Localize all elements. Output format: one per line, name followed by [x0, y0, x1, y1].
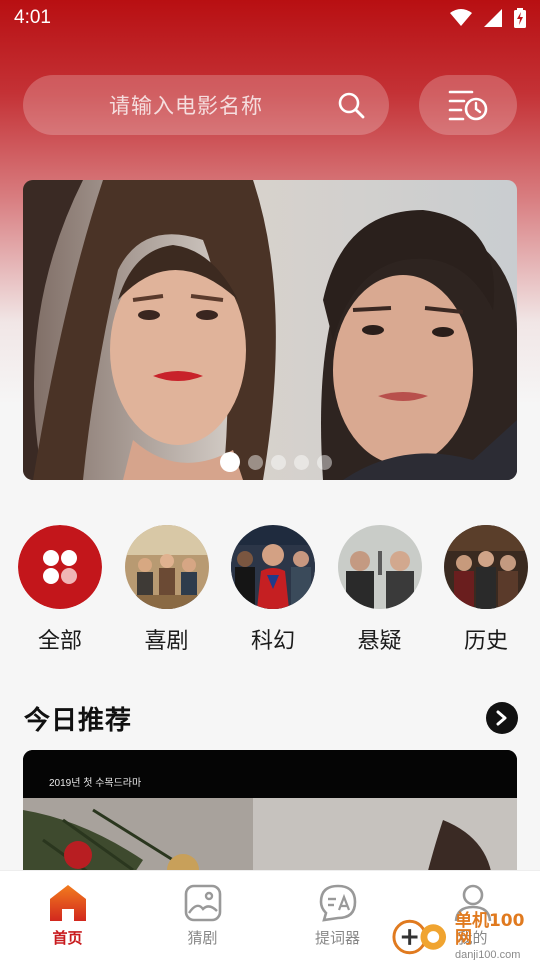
- status-time: 4:01: [14, 7, 51, 28]
- home-icon: [49, 885, 86, 921]
- watch-history-icon: [448, 90, 488, 121]
- chevron-right-icon: [496, 710, 507, 726]
- image-icon: [184, 884, 221, 922]
- battery-charging-icon: [514, 8, 526, 28]
- category-scifi[interactable]: 科幻: [231, 525, 315, 655]
- search-row: 请输入电影名称: [23, 75, 517, 135]
- tab-label: 猜剧: [187, 929, 218, 947]
- category-comedy[interactable]: 喜剧: [124, 525, 209, 655]
- category-list: 全部 喜剧 科幻 悬疑 历史: [18, 525, 528, 655]
- category-mystery[interactable]: 悬疑: [337, 525, 422, 655]
- category-thumbnail: [231, 525, 315, 609]
- carousel-dot[interactable]: [294, 455, 309, 470]
- search-icon[interactable]: [337, 91, 365, 119]
- card-caption: 2019년 첫 수목드라마: [49, 778, 142, 789]
- tab-teleprompter[interactable]: 提词器: [270, 871, 405, 960]
- carousel-indicator: [23, 452, 517, 472]
- banner-carousel[interactable]: [23, 180, 517, 480]
- category-label: 科幻: [250, 629, 295, 654]
- carousel-dot[interactable]: [271, 455, 286, 470]
- banner-image: [23, 180, 517, 480]
- tab-label: 提词器: [314, 929, 360, 947]
- category-thumbnail: [444, 525, 528, 609]
- search-input[interactable]: 请输入电影名称: [23, 75, 389, 135]
- status-icons: [450, 8, 526, 28]
- tab-guess[interactable]: 猜剧: [135, 871, 270, 960]
- recommend-card[interactable]: 2019년 첫 수목드라마: [23, 750, 517, 890]
- category-thumbnail: [124, 525, 209, 609]
- site-watermark: 单机100网 danji100.com: [390, 911, 540, 960]
- category-label: 历史: [463, 629, 508, 654]
- category-label: 悬疑: [357, 629, 402, 654]
- grid-icon: [18, 525, 102, 609]
- category-history[interactable]: 历史: [444, 525, 528, 655]
- watermark-name: 单机100网: [454, 911, 525, 948]
- section-title: 今日推荐: [24, 705, 133, 736]
- watch-history-button[interactable]: [419, 75, 517, 135]
- recommend-card-image: [23, 750, 517, 890]
- chat-bubble-icon: [319, 884, 356, 922]
- carousel-dot[interactable]: [317, 455, 332, 470]
- carousel-dot[interactable]: [220, 452, 240, 472]
- status-bar: 4:01: [0, 0, 540, 36]
- search-placeholder: 请输入电影名称: [109, 94, 263, 118]
- category-label: 喜剧: [144, 629, 189, 654]
- category-label: 全部: [37, 629, 82, 654]
- recommend-section-header: 今日推荐: [24, 698, 518, 738]
- watermark-logo: [392, 919, 447, 955]
- wifi-icon: [450, 9, 472, 26]
- category-all[interactable]: 全部: [18, 525, 102, 655]
- more-button[interactable]: [486, 702, 518, 734]
- carousel-dot[interactable]: [248, 455, 263, 470]
- watermark-url: danji100.com: [454, 949, 521, 960]
- tab-home[interactable]: 首页: [0, 871, 135, 960]
- category-thumbnail: [337, 525, 422, 609]
- signal-icon: [484, 9, 502, 27]
- tab-label: 首页: [52, 929, 83, 947]
